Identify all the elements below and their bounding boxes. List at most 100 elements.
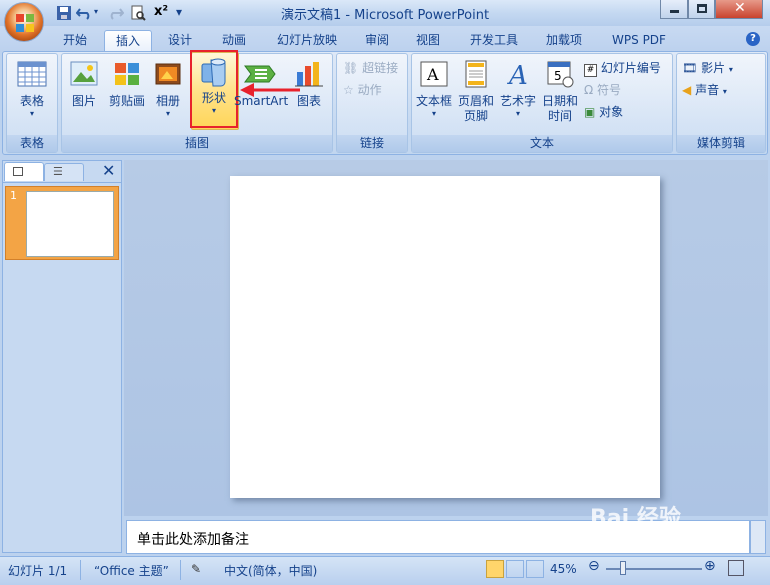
svg-text:5: 5 (554, 69, 562, 83)
tab-slides[interactable] (4, 162, 44, 181)
group-table-label: 表格 (7, 135, 57, 152)
sound-label: 声音 (695, 83, 720, 97)
tab-view[interactable]: 视图 (408, 30, 448, 52)
slide-counter: 幻灯片 1/1 (8, 564, 68, 578)
chart-button[interactable]: 图表 (291, 60, 327, 109)
action-button[interactable]: ☆ 动作 (343, 81, 382, 98)
watermark-logo: Bai 经验 (590, 506, 681, 531)
slide[interactable] (230, 176, 660, 498)
slideshow-view-icon[interactable] (526, 560, 544, 578)
tab-addins[interactable]: 加载项 (538, 30, 590, 52)
group-illustrations-label: 插图 (62, 135, 332, 152)
spellcheck-icon[interactable]: ✎ (191, 562, 201, 576)
slide-number-button[interactable]: # 幻灯片编号 (584, 59, 661, 77)
datetime-button[interactable]: 5 日期和 时间 (540, 60, 580, 124)
textbox-dropdown-icon: ▾ (431, 109, 436, 118)
language-indicator[interactable]: 中文(简体，中国) (224, 562, 317, 579)
maximize-button[interactable] (688, 0, 715, 19)
undo-dropdown-icon[interactable]: ▾ (94, 7, 98, 16)
zoom-slider-thumb[interactable] (620, 561, 626, 575)
tab-wps-pdf[interactable]: WPS PDF (600, 30, 678, 52)
tab-review[interactable]: 审阅 (357, 30, 397, 52)
zoom-out-icon[interactable]: ⊖ (588, 558, 600, 574)
wordart-button[interactable]: A 艺术字 ▾ (498, 60, 538, 118)
shapes-icon (201, 58, 226, 87)
album-label: 相册 (155, 94, 180, 108)
slide-thumbnail-number: 1 (10, 189, 17, 202)
chart-label: 图表 (296, 94, 321, 108)
sound-button[interactable]: ◀ 声音 ▾ (682, 81, 727, 98)
tab-slideshow[interactable]: 幻灯片放映 (268, 30, 346, 52)
redo-icon[interactable] (108, 5, 124, 21)
status-divider (80, 560, 81, 580)
outline-tab-icon: ☰ (53, 165, 63, 178)
close-button[interactable]: ✕ (715, 0, 763, 19)
svg-text:A: A (507, 61, 528, 88)
customize-icon[interactable]: ▾ (176, 5, 182, 19)
album-icon (155, 63, 181, 85)
textbox-button[interactable]: A 文本框 ▾ (414, 60, 454, 118)
film-reel-icon: 🎞 (682, 61, 702, 75)
album-button[interactable]: 相册 ▾ (150, 60, 186, 118)
office-button[interactable] (4, 2, 44, 42)
hyperlink-button[interactable]: ⛓ 超链接 (343, 59, 398, 76)
group-links-label: 链接 (337, 135, 407, 152)
movie-dropdown-icon: ▾ (728, 65, 733, 74)
movie-button[interactable]: 🎞 影片 ▾ (682, 59, 733, 76)
header-footer-label-2: 页脚 (463, 109, 488, 123)
notes-placeholder: 单击此处添加备注 (137, 532, 249, 548)
tab-developer[interactable]: 开发工具 (460, 30, 528, 52)
object-icon: ▣ (584, 105, 596, 119)
tab-insert[interactable]: 插入 (104, 30, 152, 52)
slides-tab-icon (13, 167, 23, 176)
help-icon[interactable]: ? (746, 32, 760, 46)
symbol-button[interactable]: Ω 符号 (584, 81, 621, 98)
textbox-icon: A (420, 61, 448, 87)
smartart-button[interactable]: SmartArt (234, 60, 288, 109)
normal-view-icon[interactable] (486, 560, 504, 578)
shapes-button[interactable]: 形状 ▾ (192, 56, 236, 115)
omega-icon: Ω (584, 83, 597, 97)
undo-icon[interactable] (76, 5, 92, 21)
object-button[interactable]: ▣ 对象 (584, 103, 623, 120)
tab-design[interactable]: 设计 (160, 30, 200, 52)
picture-button[interactable]: 图片 (64, 60, 104, 109)
album-dropdown-icon: ▾ (165, 109, 170, 118)
wordart-label: 艺术字 (499, 94, 536, 108)
office-logo-icon (16, 14, 34, 32)
picture-label: 图片 (71, 94, 96, 108)
pane-divider (2, 182, 122, 183)
movie-label: 影片 (701, 61, 726, 75)
fit-window-icon[interactable] (728, 560, 744, 576)
minimize-button[interactable] (660, 0, 688, 19)
slide-sorter-icon[interactable] (506, 560, 524, 578)
clipart-button[interactable]: 剪贴画 (105, 60, 149, 109)
slide-thumbnail-1[interactable]: 1 (5, 186, 119, 260)
datetime-label-2: 时间 (547, 109, 572, 123)
print-preview-icon[interactable] (130, 5, 146, 21)
header-footer-button[interactable]: 页眉和 页脚 (456, 60, 496, 124)
shapes-dropdown-icon: ▾ (211, 106, 216, 115)
wordart-icon: A (507, 61, 528, 88)
sound-dropdown-icon: ▾ (722, 87, 727, 96)
speaker-icon: ◀ (682, 83, 692, 97)
picture-icon (70, 61, 98, 86)
table-icon (17, 61, 47, 87)
save-icon[interactable] (56, 5, 72, 21)
table-button[interactable]: 表格 ▾ (10, 60, 54, 118)
watermark-url: jingyan.baidu.com (612, 540, 714, 553)
notes-scrollbar[interactable] (750, 520, 766, 554)
clipart-icon (115, 63, 139, 85)
object-label: 对象 (599, 105, 624, 119)
tab-animations[interactable]: 动画 (212, 30, 256, 52)
zoom-level[interactable]: 45% (550, 562, 577, 576)
slide-thumbnail-preview (26, 191, 114, 257)
theme-name[interactable]: “Office 主题” (94, 562, 169, 579)
tab-outline[interactable]: ☰ (44, 163, 84, 181)
zoom-in-icon[interactable]: ⊕ (704, 558, 716, 574)
hyperlink-icon: ⛓ (343, 61, 363, 75)
chart-icon (295, 62, 323, 87)
tab-home[interactable]: 开始 (55, 30, 95, 52)
format-icon[interactable]: x² (154, 4, 168, 19)
close-pane-icon[interactable]: ✕ (102, 161, 115, 180)
